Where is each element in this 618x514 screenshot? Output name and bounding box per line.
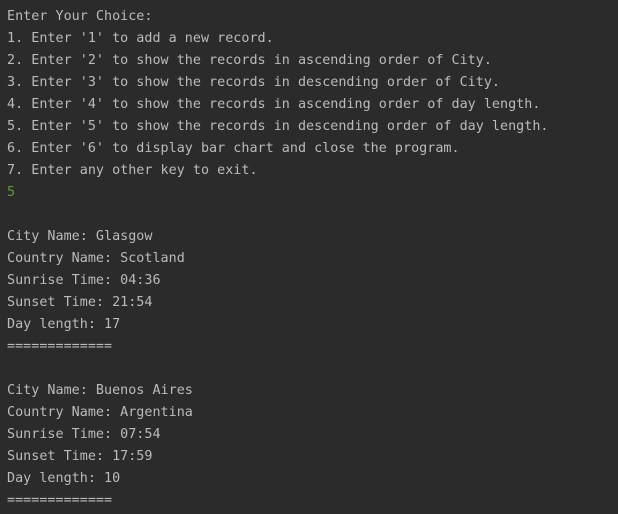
- menu-option-5: 5. Enter '5' to show the records in desc…: [7, 119, 549, 134]
- record-glasgow: City Name: Glasgow Country Name: Scotlan…: [7, 226, 618, 358]
- record-sunrise: Sunrise Time: 04:36: [7, 273, 161, 288]
- record-city: City Name: Buenos Aires: [7, 383, 193, 398]
- menu-option-7: 7. Enter any other key to exit.: [7, 163, 258, 178]
- menu-option-3: 3. Enter '3' to show the records in desc…: [7, 75, 500, 90]
- menu-option-6: 6. Enter '6' to display bar chart and cl…: [7, 141, 460, 156]
- record-country: Country Name: Scotland: [7, 251, 185, 266]
- record-buenos-aires: City Name: Buenos Aires Country Name: Ar…: [7, 380, 618, 512]
- record-sunset: Sunset Time: 21:54: [7, 295, 153, 310]
- console-output: Enter Your Choice: 1. Enter '1' to add a…: [0, 0, 618, 514]
- menu-option-1: 1. Enter '1' to add a new record.: [7, 31, 274, 46]
- record-day-length: Day length: 17: [7, 317, 121, 332]
- record-country: Country Name: Argentina: [7, 405, 193, 420]
- record-sunset: Sunset Time: 17:59: [7, 449, 153, 464]
- record-day-length: Day length: 10: [7, 471, 121, 486]
- record-separator: =============: [7, 493, 113, 508]
- menu-option-4: 4. Enter '4' to show the records in asce…: [7, 97, 541, 112]
- record-separator: =============: [7, 339, 113, 354]
- user-input[interactable]: 5: [7, 182, 618, 204]
- record-sunrise: Sunrise Time: 07:54: [7, 427, 161, 442]
- menu-prompt: Enter Your Choice:: [7, 9, 153, 24]
- record-city: City Name: Glasgow: [7, 229, 153, 244]
- menu-option-2: 2. Enter '2' to show the records in asce…: [7, 53, 492, 68]
